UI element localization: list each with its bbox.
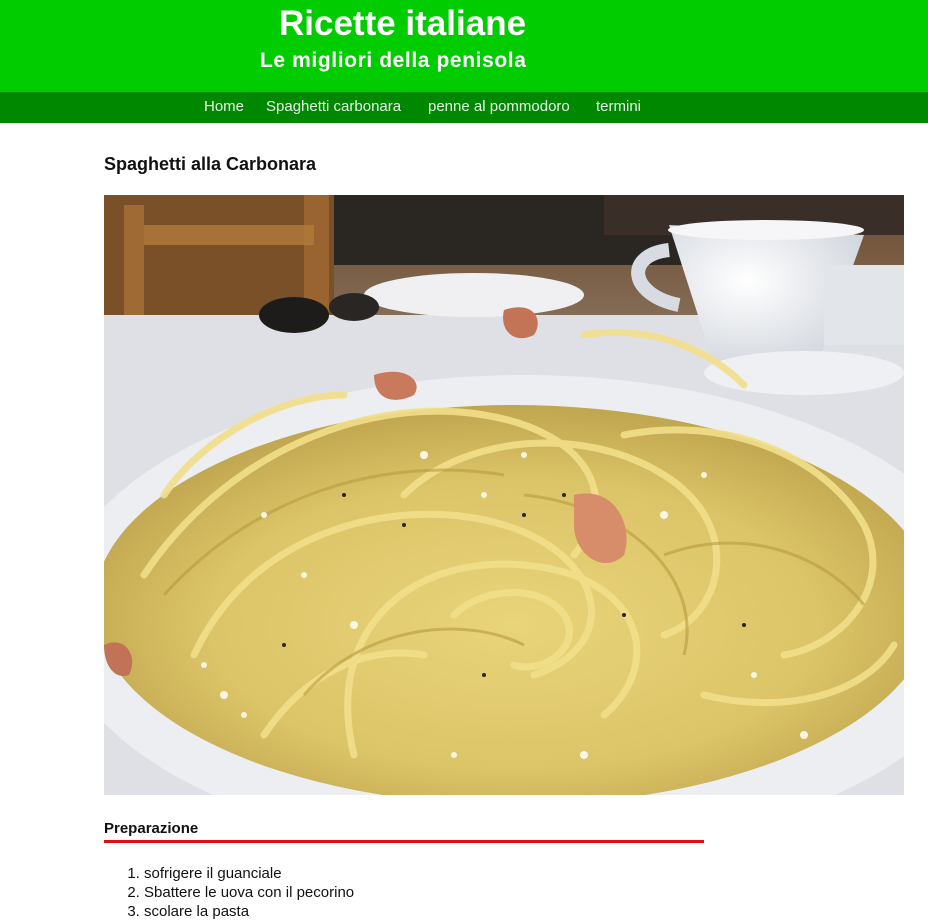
site-header: Ricette italiane Le migliori della penis… <box>0 0 928 92</box>
nav-link-spaghetti-carbonara[interactable]: Spaghetti carbonara <box>266 92 401 122</box>
site-subtitle: Le migliori della penisola <box>260 49 527 72</box>
main-nav: Home Spaghetti carbonara penne al pommod… <box>0 92 928 123</box>
preparation-heading: Preparazione <box>104 820 199 837</box>
section-divider <box>104 840 704 843</box>
list-item: Sbattere le uova con il pecorino <box>144 883 354 902</box>
site-title: Ricette italiane <box>279 4 527 43</box>
preparation-steps: sofrigere il guanciale Sbattere le uova … <box>104 864 354 921</box>
nav-link-home[interactable]: Home <box>204 92 244 122</box>
nav-link-penne-al-pommodoro[interactable]: penne al pommodoro <box>428 92 570 122</box>
spaghetti-carbonara-photo <box>104 195 904 795</box>
list-item: scolare la pasta <box>144 902 354 921</box>
page-title: Spaghetti alla Carbonara <box>104 154 317 174</box>
nav-link-termini[interactable]: termini <box>596 92 641 122</box>
list-item: sofrigere il guanciale <box>144 864 354 883</box>
